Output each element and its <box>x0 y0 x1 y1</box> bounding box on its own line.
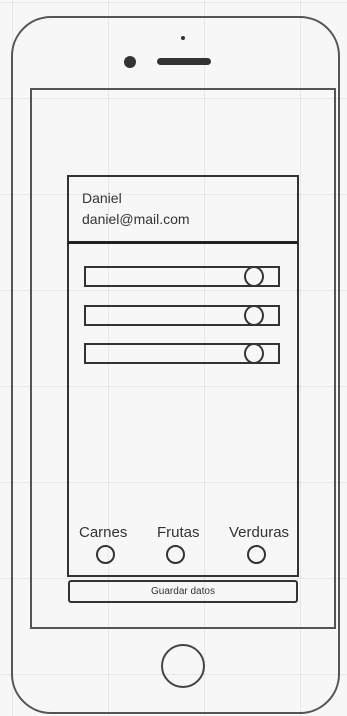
sensor-icon <box>181 36 185 40</box>
input-field-2[interactable] <box>84 305 280 326</box>
profile-email: daniel@mail.com <box>82 211 190 227</box>
camera-icon <box>124 56 136 68</box>
input-field-1[interactable] <box>84 266 280 287</box>
wireframe-canvas: Daniel daniel@mail.com Carnes Frutas Ver… <box>0 0 347 716</box>
field-toggle-icon[interactable] <box>244 266 264 287</box>
field-toggle-icon[interactable] <box>244 305 264 326</box>
category-label-frutas: Frutas <box>157 524 200 541</box>
radio-carnes[interactable] <box>96 545 115 564</box>
input-field-3[interactable] <box>84 343 280 364</box>
field-toggle-icon[interactable] <box>244 343 264 364</box>
category-label-verduras: Verduras <box>229 524 290 541</box>
radio-frutas[interactable] <box>166 545 185 564</box>
category-label-carnes: Carnes <box>79 524 128 541</box>
speaker-icon <box>157 58 211 65</box>
profile-name: Daniel <box>82 190 122 206</box>
radio-verduras[interactable] <box>247 545 266 564</box>
save-button[interactable]: Guardar datos <box>68 580 298 603</box>
profile-header <box>67 175 299 244</box>
home-button[interactable] <box>161 644 205 688</box>
